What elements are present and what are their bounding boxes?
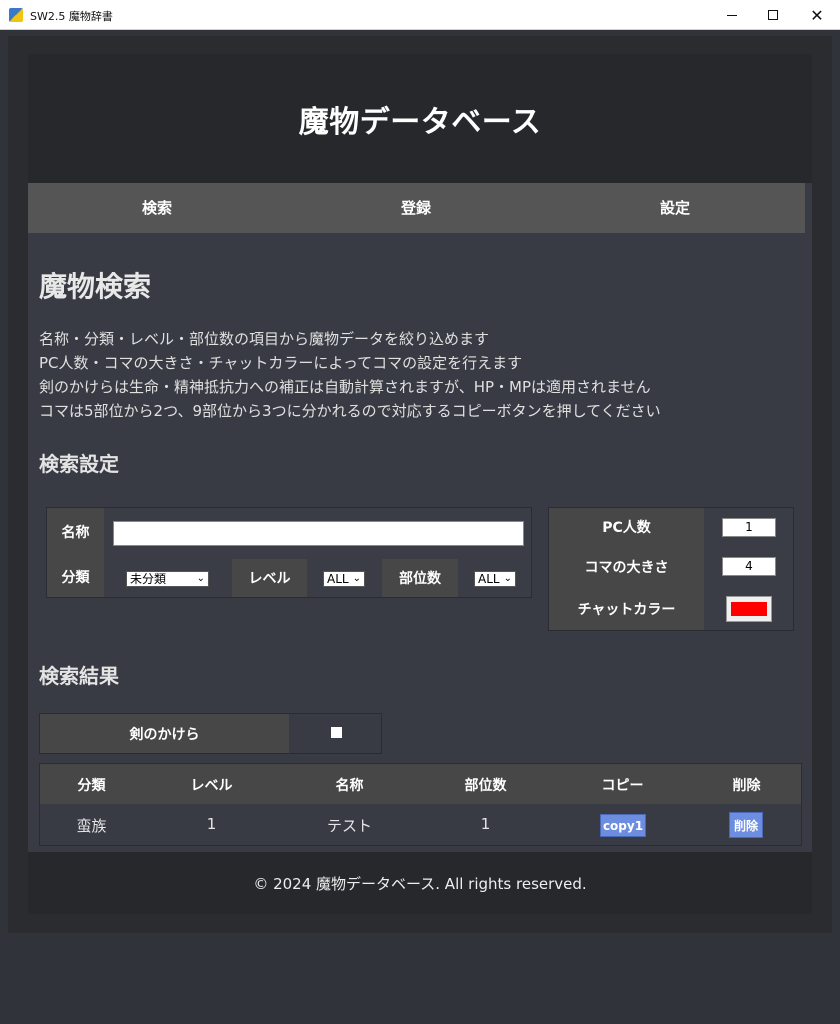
column-header-copy: コピー (601, 778, 644, 794)
description-line: 名称・分類・レベル・部位数の項目から魔物データを絞り込めます (39, 330, 490, 348)
sword-shard-label: 剣のかけら (40, 714, 289, 753)
window-title: SW2.5 魔物辞書 (30, 10, 113, 23)
column-header-parts: 部位数 (464, 778, 507, 794)
cell-category: 蛮族 (76, 817, 107, 835)
sword-shard-toggle-row: 剣のかけら (39, 713, 382, 754)
main-nav: 検索 登録 設定 (28, 183, 805, 233)
nav-item-search[interactable]: 検索 (97, 183, 217, 233)
nav-item-register[interactable]: 登録 (356, 183, 476, 233)
close-button[interactable]: ✕ (794, 0, 840, 30)
column-header-name: 名称 (335, 778, 364, 794)
pc-count-input[interactable]: 1 (722, 518, 776, 537)
window-titlebar: SW2.5 魔物辞書 ✕ (0, 0, 840, 30)
piece-settings-panel: PC人数 1 コマの大きさ 4 チャットカラー (548, 507, 794, 631)
level-select-value: ALL (327, 572, 349, 586)
maximize-button[interactable] (750, 0, 796, 30)
copy-button[interactable]: copy1 (600, 814, 646, 837)
results-table: 分類 レベル 名称 部位数 コピー 削除 蛮族 1 テスト 1 copy1 削除 (39, 763, 802, 846)
cell-parts: 1 (480, 815, 491, 833)
results-table-header: 分類 レベル 名称 部位数 コピー 削除 (40, 764, 801, 804)
page-description: 名称・分類・レベル・部位数の項目から魔物データを絞り込めます PC人数・コマの大… (39, 327, 661, 423)
column-header-level: レベル (190, 778, 233, 794)
chat-color-swatch (731, 602, 767, 616)
name-input[interactable] (113, 521, 524, 546)
description-line: 剣のかけらは生命・精神抵抗力への補正は自動計算されますが、HP・MPは適用されま… (39, 378, 651, 396)
nav-item-settings[interactable]: 設定 (615, 183, 735, 233)
site-footer: © 2024 魔物データベース. All rights reserved. (28, 852, 812, 914)
search-settings-title: 検索設定 (39, 452, 119, 476)
page-title: 魔物検索 (39, 270, 152, 303)
chat-color-label: チャットカラー (549, 587, 704, 630)
search-form: 名称 分類 未分類 ⌄ レベル ALL ⌄ 部位数 ALL ⌄ (46, 507, 532, 598)
search-results-title: 検索結果 (39, 664, 119, 688)
python-app-icon (9, 8, 23, 22)
level-label: レベル (232, 559, 307, 597)
parts-select[interactable]: ALL ⌄ (474, 571, 516, 587)
close-icon: ✕ (810, 5, 824, 25)
category-select-value: 未分類 (130, 572, 167, 586)
chevron-down-icon: ⌄ (503, 573, 512, 584)
column-header-delete: 削除 (732, 778, 761, 794)
category-label: 分類 (47, 556, 104, 597)
cell-name: テスト (326, 817, 372, 835)
cell-level: 1 (206, 815, 217, 833)
parts-select-value: ALL (478, 572, 500, 586)
description-line: PC人数・コマの大きさ・チャットカラーによってコマの設定を行えます (39, 354, 523, 372)
chevron-down-icon: ⌄ (196, 573, 205, 584)
piece-size-input[interactable]: 4 (722, 557, 776, 576)
name-label: 名称 (47, 508, 104, 556)
copyright-text: © 2024 魔物データベース. All rights reserved. (253, 874, 587, 893)
site-title: 魔物データベース (298, 104, 542, 140)
pc-count-label: PC人数 (549, 508, 704, 546)
parts-label: 部位数 (382, 559, 458, 597)
maximize-icon (768, 10, 778, 20)
category-select[interactable]: 未分類 ⌄ (126, 571, 209, 587)
delete-button[interactable]: 削除 (729, 812, 763, 838)
chevron-down-icon: ⌄ (352, 573, 361, 584)
piece-size-label: コマの大きさ (549, 546, 704, 587)
page-container: 魔物データベース 検索 登録 設定 魔物検索 名称・分類・レベル・部位数の項目か… (28, 54, 812, 914)
sword-shard-checkbox[interactable] (331, 727, 342, 738)
minimize-button[interactable] (709, 0, 755, 30)
site-header: 魔物データベース (28, 54, 812, 183)
description-line: コマは5部位から2つ、9部位から3つに分かれるので対応するコピーボタンを押してく… (39, 402, 661, 420)
minimize-icon (727, 15, 737, 16)
level-select[interactable]: ALL ⌄ (323, 571, 365, 587)
column-header-category: 分類 (77, 778, 106, 794)
chat-color-picker[interactable] (726, 596, 772, 622)
